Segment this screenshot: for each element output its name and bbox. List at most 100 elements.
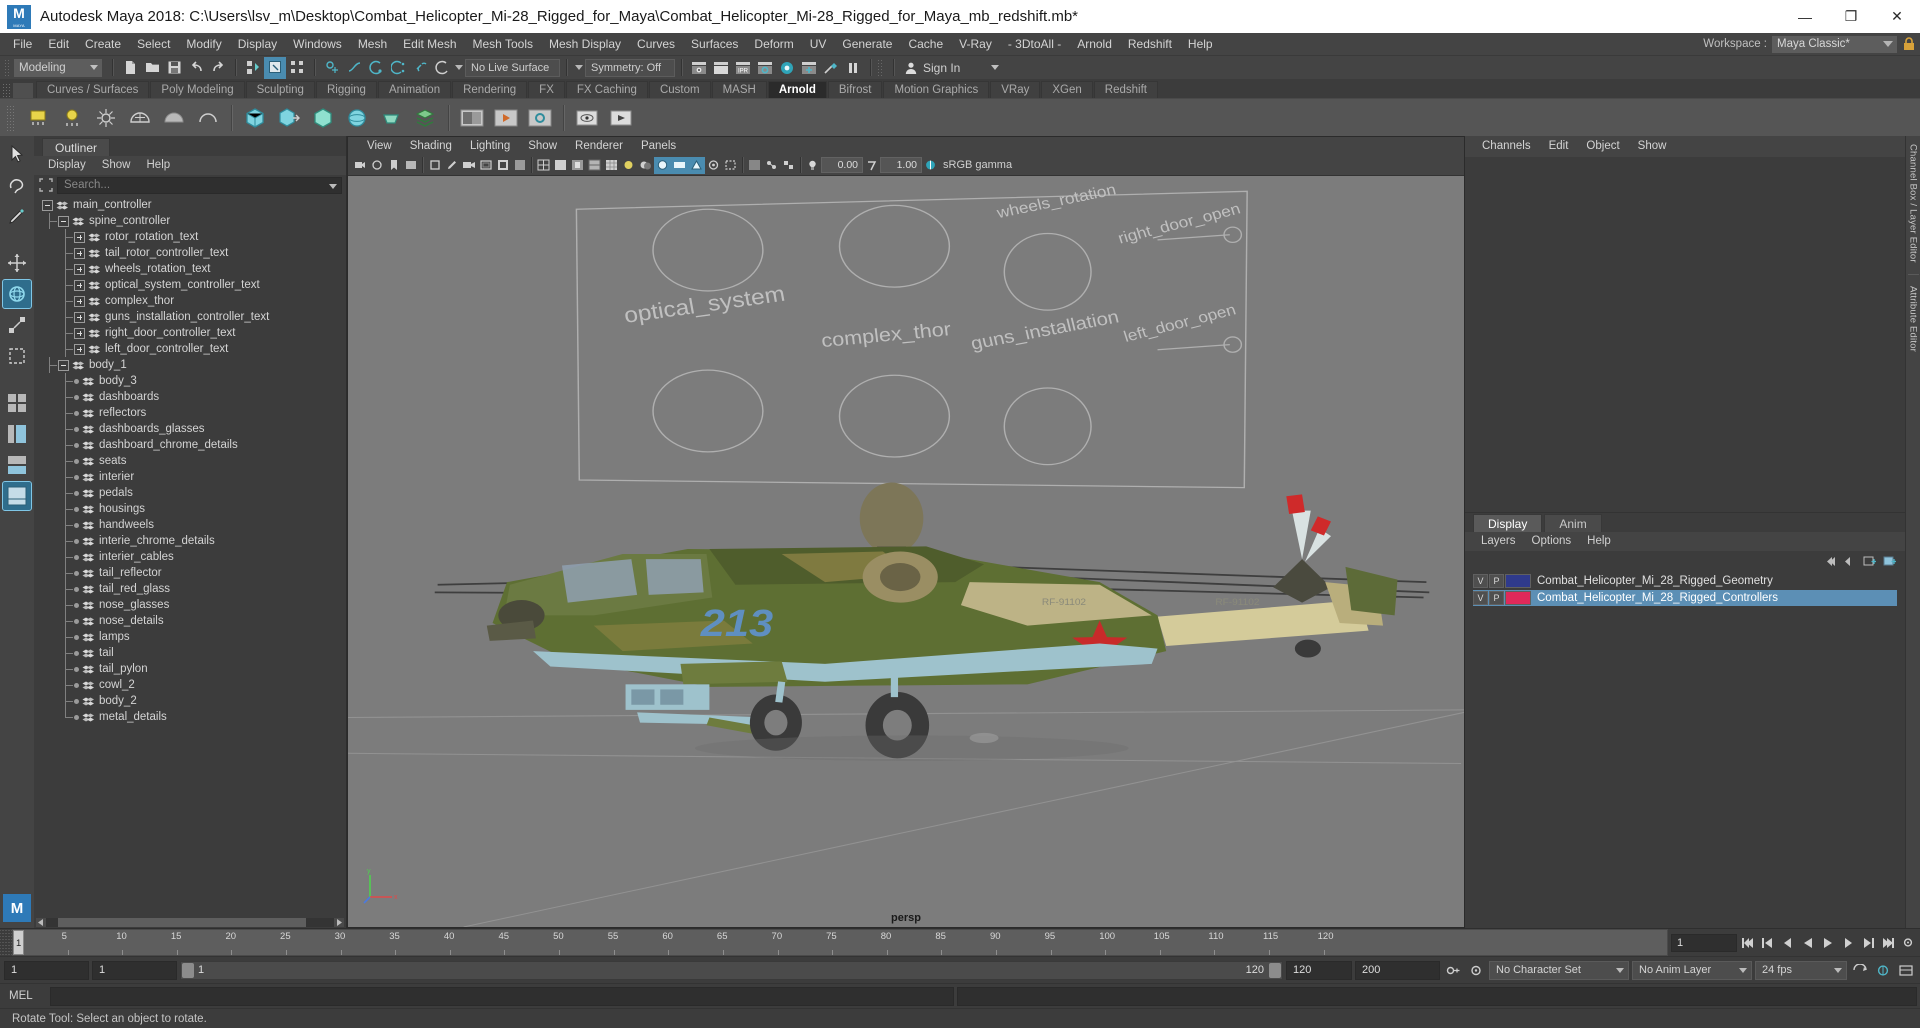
- outliner-item[interactable]: metal_details: [34, 709, 346, 725]
- outliner-item[interactable]: interier: [34, 469, 346, 485]
- outliner-item[interactable]: wheels_rotation_text: [34, 261, 346, 277]
- outliner-tab[interactable]: Outliner: [42, 138, 111, 156]
- shelf-tab-rigging[interactable]: Rigging: [315, 81, 377, 98]
- animation-end-field[interactable]: 200: [1355, 960, 1440, 980]
- go-to-start-icon[interactable]: [1739, 933, 1757, 953]
- shelf-grip[interactable]: [2, 83, 11, 98]
- range-slider[interactable]: 1 120: [180, 960, 1283, 980]
- viewport-menu-renderer[interactable]: Renderer: [566, 137, 632, 155]
- new-scene-icon[interactable]: [119, 57, 141, 79]
- make-live-icon[interactable]: [431, 57, 453, 79]
- outliner-item[interactable]: guns_installation_controller_text: [34, 309, 346, 325]
- expand-plus-icon[interactable]: [74, 231, 85, 243]
- use-all-lights-icon[interactable]: [620, 157, 637, 174]
- select-tool[interactable]: [3, 140, 31, 168]
- outliner-item[interactable]: lamps: [34, 629, 346, 645]
- channelbox-menu-show[interactable]: Show: [1629, 136, 1676, 157]
- outliner-item[interactable]: rotor_rotation_text: [34, 229, 346, 245]
- maximize-button[interactable]: ❐: [1828, 0, 1874, 33]
- shelf-tab-rendering[interactable]: Rendering: [452, 81, 528, 98]
- universal-manipulator-tool[interactable]: [3, 342, 31, 370]
- outliner-search-input[interactable]: Search...: [57, 176, 342, 194]
- arnold-area-light-icon[interactable]: [23, 103, 53, 133]
- arnold-point-light-icon[interactable]: [57, 103, 87, 133]
- channelbox-menu-channels[interactable]: Channels: [1473, 136, 1540, 157]
- play-backwards-icon[interactable]: [1799, 933, 1817, 953]
- menu-deform[interactable]: Deform: [746, 33, 801, 55]
- menu-curves[interactable]: Curves: [629, 33, 683, 55]
- arnold-photometric-light-icon[interactable]: [193, 103, 223, 133]
- current-time-indicator[interactable]: 1: [13, 930, 24, 955]
- arnold-stack-icon[interactable]: [410, 103, 440, 133]
- rotate-tool[interactable]: [2, 279, 32, 309]
- two-d-pan-zoom-icon[interactable]: [426, 157, 443, 174]
- character-set-dropdown[interactable]: No Character Set: [1489, 960, 1629, 980]
- gate-mask-icon[interactable]: [511, 157, 528, 174]
- arnold-render-view-icon[interactable]: [457, 103, 487, 133]
- command-line-input[interactable]: [50, 986, 954, 1006]
- render-settings-icon[interactable]: [754, 57, 776, 79]
- wireframe-shading-icon[interactable]: [535, 157, 552, 174]
- layer-color-swatch[interactable]: [1505, 591, 1531, 605]
- menu-cache[interactable]: Cache: [900, 33, 951, 55]
- step-back-frame-icon[interactable]: [1779, 933, 1797, 953]
- minimize-button[interactable]: —: [1782, 0, 1828, 33]
- statusline-grip[interactable]: [4, 58, 11, 77]
- auto-key-icon[interactable]: [1443, 960, 1463, 980]
- display-layer-row[interactable]: V P Combat_Helicopter_Mi_28_Rigged_Control…: [1473, 590, 1897, 606]
- shelf-tab-motion-graphics[interactable]: Motion Graphics: [883, 81, 990, 98]
- gamma-field[interactable]: 1.00: [880, 157, 922, 173]
- shelf-tab-custom[interactable]: Custom: [648, 81, 711, 98]
- display-layer-list[interactable]: V P Combat_Helicopter_Mi_28_Rigged_Geometr…: [1465, 571, 1905, 928]
- texture-icon[interactable]: [603, 157, 620, 174]
- outliner-item[interactable]: tail_reflector: [34, 565, 346, 581]
- outliner-menu-display[interactable]: Display: [40, 156, 94, 175]
- xray-icon[interactable]: [746, 157, 763, 174]
- ipr-render-icon[interactable]: IPR: [732, 57, 754, 79]
- close-button[interactable]: ✕: [1874, 0, 1920, 33]
- channelbox-menu-edit[interactable]: Edit: [1540, 136, 1578, 157]
- layer-playback-toggle[interactable]: P: [1489, 591, 1504, 605]
- snap-options-chevron-icon[interactable]: [453, 59, 465, 77]
- shelf-tab-arnold[interactable]: Arnold: [767, 81, 827, 98]
- shelf-menu-button[interactable]: [13, 83, 33, 98]
- layer-visibility-toggle[interactable]: V: [1473, 574, 1488, 588]
- shelf-tab-vray[interactable]: VRay: [990, 81, 1041, 98]
- arnold-export-standin-icon[interactable]: [274, 103, 304, 133]
- step-forward-frame-icon[interactable]: [1839, 933, 1857, 953]
- move-tool[interactable]: [3, 249, 31, 277]
- render-current-frame-icon[interactable]: [688, 57, 710, 79]
- snap-to-curve-icon[interactable]: [343, 57, 365, 79]
- shelf-tab-poly-modeling[interactable]: Poly Modeling: [150, 81, 245, 98]
- scrollbar-track[interactable]: [46, 917, 334, 927]
- outliner-item[interactable]: dashboards: [34, 389, 346, 405]
- outliner-item[interactable]: spine_controller: [34, 213, 346, 229]
- move-layer-up-icon[interactable]: [1821, 554, 1837, 568]
- arnold-mesh-light-icon[interactable]: [159, 103, 189, 133]
- outliner-item[interactable]: cowl_2: [34, 677, 346, 693]
- single-persp-layout-icon[interactable]: [2, 481, 32, 511]
- range-start-field[interactable]: 1: [4, 960, 89, 980]
- grease-pencil-icon[interactable]: [443, 157, 460, 174]
- arnold-volume-icon[interactable]: [308, 103, 338, 133]
- outliner-item[interactable]: nose_glasses: [34, 597, 346, 613]
- arnold-render-sequence-icon[interactable]: [491, 103, 521, 133]
- hypershade-icon[interactable]: [776, 57, 798, 79]
- expand-plus-icon[interactable]: [74, 343, 85, 355]
- layers-menu-options[interactable]: Options: [1524, 532, 1580, 551]
- menu-select[interactable]: Select: [129, 33, 178, 55]
- menu-arnold[interactable]: Arnold: [1069, 33, 1120, 55]
- exposure-field[interactable]: 0.00: [821, 157, 863, 173]
- save-scene-icon[interactable]: [163, 57, 185, 79]
- gamma-icon[interactable]: [863, 157, 880, 174]
- layer-color-swatch[interactable]: [1505, 574, 1531, 588]
- arnold-atmosphere-icon[interactable]: [376, 103, 406, 133]
- smooth-shade-all-icon[interactable]: [552, 157, 569, 174]
- arnold-standin-icon[interactable]: [240, 103, 270, 133]
- menu-help[interactable]: Help: [1180, 33, 1221, 55]
- open-scene-icon[interactable]: [141, 57, 163, 79]
- outliner-item[interactable]: tail_red_glass: [34, 581, 346, 597]
- statusline-grip-2[interactable]: [877, 58, 884, 77]
- menu-mesh[interactable]: Mesh: [350, 33, 395, 55]
- anim-layer-dropdown[interactable]: No Anim Layer: [1632, 960, 1752, 980]
